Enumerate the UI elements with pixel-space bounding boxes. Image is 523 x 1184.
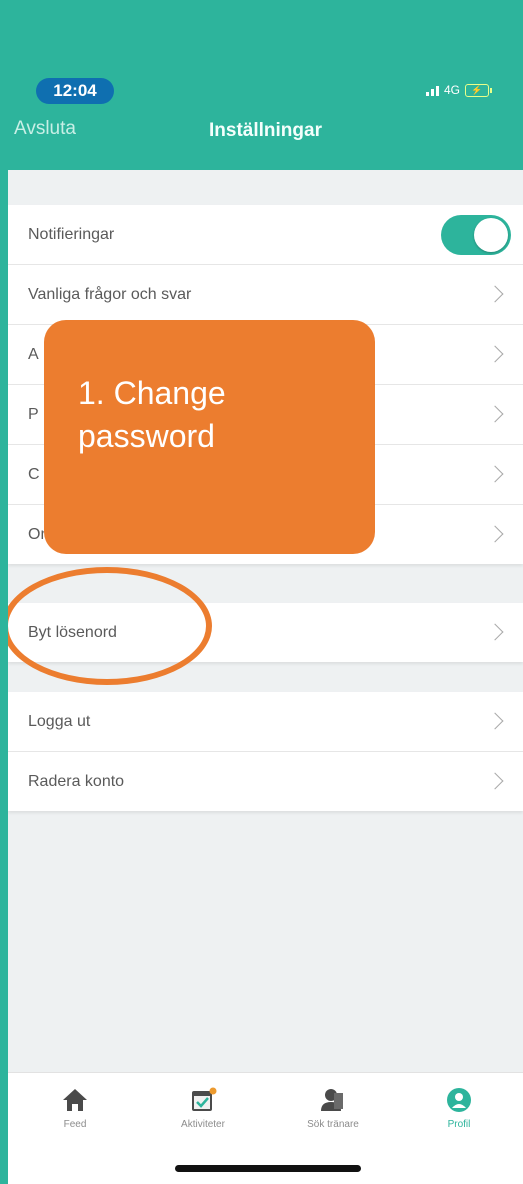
row-delete-account[interactable]: Radera konto	[8, 752, 523, 811]
row-label: P	[28, 405, 39, 423]
row-logout[interactable]: Logga ut	[8, 692, 523, 752]
page-title: Inställningar	[209, 120, 322, 141]
row-faq[interactable]: Vanliga frågor och svar	[8, 265, 523, 325]
network-label: 4G	[444, 83, 461, 97]
calendar-check-icon	[192, 1087, 217, 1111]
app-screen: 12:04 4G ⚡ Avsluta Inställningar Notifie…	[8, 0, 523, 1184]
row-label: Logga ut	[28, 712, 91, 730]
chevron-right-icon	[486, 525, 504, 542]
annotation-highlight-circle	[8, 567, 212, 685]
tab-find-trainer[interactable]: Sök tränare	[278, 1087, 388, 1130]
tab-feed[interactable]: Feed	[20, 1087, 130, 1130]
home-icon	[63, 1089, 87, 1111]
chevron-right-icon	[486, 712, 504, 729]
settings-group-account: Logga ut Radera konto	[8, 692, 523, 811]
annotation-callout: 1. Change password	[44, 320, 375, 554]
row-label: Radera konto	[28, 772, 125, 790]
toggle-knob	[474, 217, 508, 252]
chevron-right-icon	[486, 772, 504, 789]
row-label: Vanliga frågor och svar	[28, 285, 192, 303]
tab-activities[interactable]: Aktiviteter	[148, 1087, 258, 1130]
row-notifications: Notifieringar	[8, 205, 523, 265]
person-search-icon	[321, 1089, 343, 1111]
chevron-right-icon	[486, 465, 504, 482]
battery-icon: ⚡	[465, 83, 493, 97]
header-bar: 12:04 4G ⚡ Avsluta Inställningar	[8, 0, 523, 170]
notifications-toggle[interactable]	[441, 214, 511, 255]
chevron-right-icon	[486, 345, 504, 362]
row-label: Notifieringar	[28, 225, 115, 243]
tab-label: Sök tränare	[307, 1119, 359, 1130]
row-label: C	[28, 465, 40, 483]
row-label: A	[28, 345, 39, 363]
status-indicators: 4G ⚡	[426, 80, 493, 100]
home-indicator[interactable]	[175, 1165, 361, 1172]
chevron-right-icon	[486, 405, 504, 422]
tab-label: Feed	[63, 1119, 87, 1130]
chevron-right-icon	[486, 623, 504, 640]
status-time: 12:04	[36, 78, 114, 104]
chevron-right-icon	[486, 285, 504, 302]
callout-text: 1. Change password	[78, 375, 226, 454]
tab-label: Aktiviteter	[181, 1119, 225, 1130]
signal-icon	[426, 84, 439, 96]
profile-icon	[447, 1088, 471, 1112]
tab-label: Profil	[447, 1119, 471, 1130]
tab-profile[interactable]: Profil	[404, 1087, 514, 1130]
